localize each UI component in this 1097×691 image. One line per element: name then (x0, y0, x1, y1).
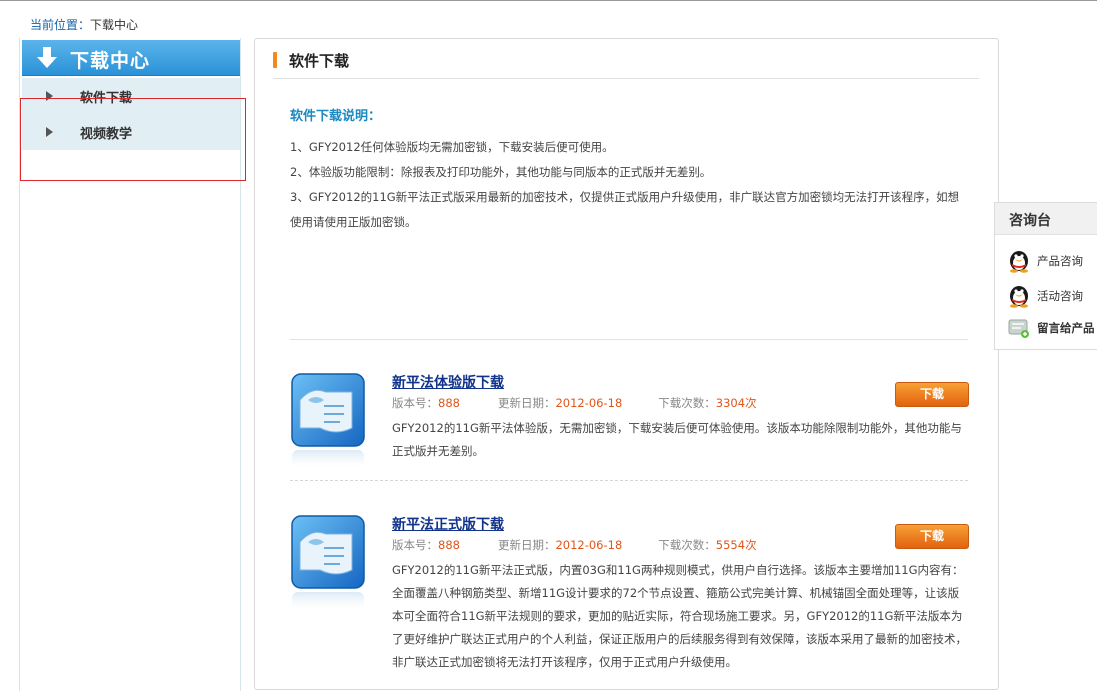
software-product-icon (291, 515, 365, 612)
consult-item-label: 活动咨询 (1037, 289, 1083, 303)
consult-item-label: 产品咨询 (1037, 254, 1083, 268)
download-button[interactable]: 下载 (895, 524, 969, 549)
version-label: 版本号： (392, 396, 438, 410)
qq-penguin-icon (1010, 251, 1028, 273)
consult-panel: 咨询台 产品咨询 活动咨询 留言给产品 (994, 202, 1097, 350)
download-button[interactable]: 下载 (895, 382, 969, 407)
download-description: GFY2012的11G新平法正式版，内置03G和11G两种规则模式，供用户自行选… (392, 563, 967, 669)
download-meta: 版本号：888 更新日期：2012-06-18 下载次数：3304次 (392, 395, 757, 411)
section-divider (290, 339, 968, 340)
highlight-box (20, 98, 246, 181)
top-divider (0, 0, 1097, 1)
note-item: 1、GFY2012任何体验版均无需加密锁，下载安装后便可使用。 (290, 140, 614, 154)
date-label: 更新日期： (497, 396, 556, 410)
sidebar-header: 下载中心 (22, 40, 240, 76)
consult-item-message[interactable]: 留言给产品 (1007, 314, 1097, 340)
consult-header: 咨询台 (995, 203, 1097, 235)
version-value: 888 (438, 396, 460, 410)
breadcrumb-prefix: 当前位置： (30, 18, 91, 32)
download-title-link[interactable]: 新平法正式版下载 (392, 514, 504, 534)
breadcrumb-current: 下载中心 (90, 18, 139, 32)
main-title-bar: 软件下载 (273, 50, 979, 79)
note-item: 3、GFY2012的11G新平法正式版采用最新的加密技术，仅提供正式版用户升级使… (290, 190, 960, 229)
qq-penguin-icon (1010, 286, 1028, 308)
notes-list: 1、GFY2012任何体验版均无需加密锁，下载安装后便可使用。 2、体验版功能限… (290, 135, 962, 235)
note-item: 2、体验版功能限制：除报表及打印功能外，其他功能与同版本的正式版并无差别。 (290, 165, 712, 179)
title-accent-bar (273, 52, 277, 68)
consult-item-label: 留言给产品 (1037, 321, 1095, 335)
consult-item-product[interactable]: 产品咨询 (1007, 247, 1097, 273)
breadcrumb: 当前位置：下载中心 (30, 16, 138, 33)
consult-item-activity[interactable]: 活动咨询 (1007, 282, 1097, 308)
notes-title: 软件下载说明： (290, 109, 382, 124)
download-item: 新平法体验版下载 版本号：888 更新日期：2012-06-18 下载次数：3304… (290, 372, 969, 472)
download-description: GFY2012的11G新平法体验版，无需加密锁，下载安装后便可体验使用。该版本功… (392, 421, 962, 458)
date-value: 2012-06-18 (555, 396, 623, 410)
main-panel: 软件下载 软件下载说明： 1、GFY2012任何体验版均无需加密锁，下载安装后便… (254, 38, 999, 690)
download-item: 新平法正式版下载 版本号：888 更新日期：2012-06-18 下载次数：5554… (290, 514, 969, 684)
count-value: 5554次 (715, 538, 757, 552)
count-value: 3304次 (715, 396, 757, 410)
version-label: 版本号： (392, 538, 438, 552)
version-value: 888 (438, 538, 460, 552)
item-divider (290, 480, 968, 481)
message-board-icon (1008, 319, 1029, 338)
download-meta: 版本号：888 更新日期：2012-06-18 下载次数：5554次 (392, 537, 757, 553)
count-label: 下载次数： (658, 396, 716, 410)
software-product-icon (291, 373, 365, 470)
download-arrow-icon (37, 47, 57, 68)
consult-title: 咨询台 (1009, 213, 1051, 229)
count-label: 下载次数： (658, 538, 716, 552)
sidebar-title: 下载中心 (70, 50, 151, 72)
page-title: 软件下载 (289, 52, 350, 70)
date-value: 2012-06-18 (555, 538, 623, 552)
download-title-link[interactable]: 新平法体验版下载 (392, 372, 504, 392)
date-label: 更新日期： (497, 538, 556, 552)
